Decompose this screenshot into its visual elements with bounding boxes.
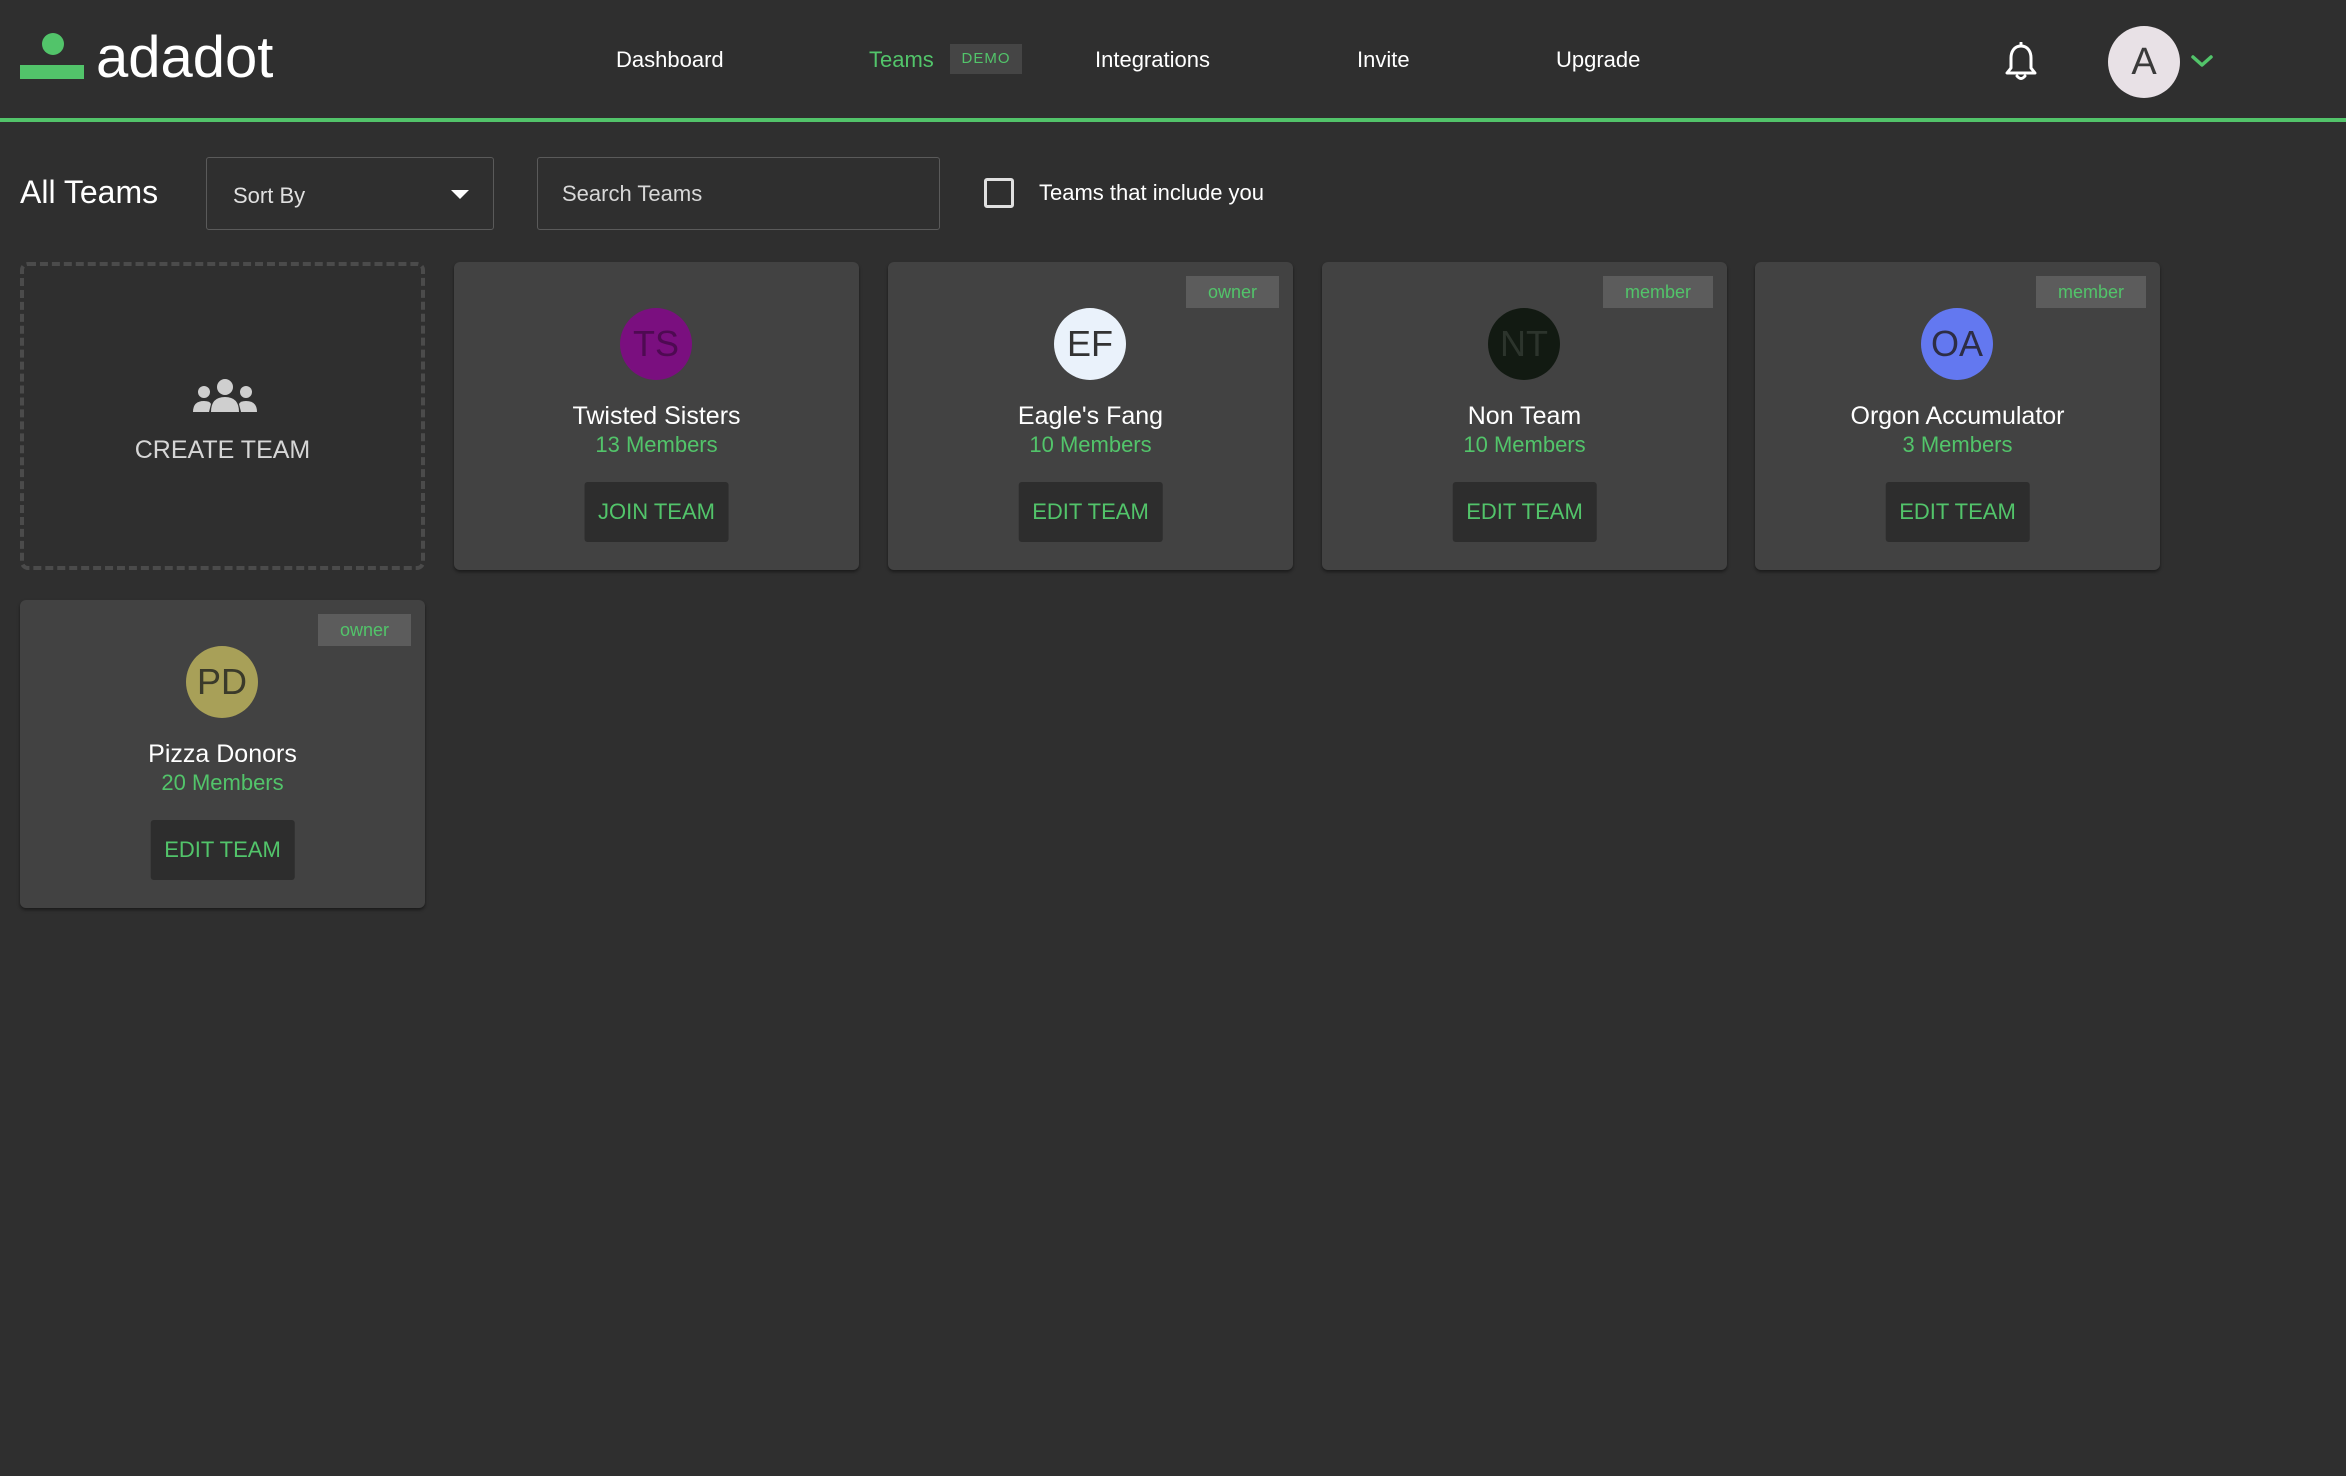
team-member-count: 13 Members: [595, 432, 718, 457]
logo-mark-icon: [20, 33, 84, 83]
nav-upgrade[interactable]: Upgrade: [1556, 47, 1640, 73]
user-avatar[interactable]: A: [2108, 26, 2180, 98]
nav-dashboard[interactable]: Dashboard: [616, 47, 724, 73]
team-card: owner PD Pizza Donors 20 Members EDIT TE…: [20, 600, 425, 908]
nav-invite[interactable]: Invite: [1357, 47, 1410, 73]
team-name: Eagle's Fang: [1017, 402, 1164, 430]
join-team-button[interactable]: JOIN TEAM: [584, 482, 729, 542]
sort-by-label: Sort By: [233, 183, 306, 208]
role-badge: member: [2035, 276, 2146, 308]
top-navigation-bar: adadot Dashboard Teams DEMO Integrations…: [0, 0, 2346, 122]
include-you-checkbox[interactable]: [984, 178, 1014, 208]
nav-integrations[interactable]: Integrations: [1095, 47, 1210, 73]
edit-team-button[interactable]: EDIT TEAM: [1452, 482, 1597, 542]
team-member-count: 20 Members: [161, 770, 284, 795]
role-badge: owner: [1185, 276, 1279, 308]
logo-text: adadot: [96, 25, 274, 90]
team-avatar: EF: [1054, 308, 1126, 380]
team-card: owner EF Eagle's Fang 10 Members EDIT TE…: [888, 262, 1293, 570]
team-member-count: 10 Members: [1029, 432, 1152, 457]
demo-badge: DEMO: [950, 44, 1022, 74]
team-avatar: OA: [1921, 308, 1993, 380]
notification-bell-icon[interactable]: [2004, 42, 2038, 82]
team-name: Twisted Sisters: [572, 402, 741, 430]
team-member-count: 3 Members: [1902, 432, 2013, 457]
team-name: Non Team: [1467, 402, 1582, 430]
search-teams-input[interactable]: [537, 157, 940, 230]
caret-down-icon: [451, 190, 469, 199]
sort-by-select[interactable]: Sort By: [206, 157, 494, 230]
team-card: member OA Orgon Accumulator 3 Members ED…: [1755, 262, 2160, 570]
chevron-down-icon[interactable]: [2190, 52, 2214, 70]
team-avatar: NT: [1488, 308, 1560, 380]
team-card: member NT Non Team 10 Members EDIT TEAM: [1322, 262, 1727, 570]
include-you-label: Teams that include you: [1039, 180, 1265, 205]
create-team-label: CREATE TEAM: [134, 436, 311, 464]
team-avatar: PD: [186, 646, 258, 718]
page-title: All Teams: [20, 174, 159, 210]
team-avatar: TS: [620, 308, 692, 380]
edit-team-button[interactable]: EDIT TEAM: [150, 820, 295, 880]
create-team-card[interactable]: CREATE TEAM: [20, 262, 425, 570]
edit-team-button[interactable]: EDIT TEAM: [1018, 482, 1163, 542]
adadot-logo[interactable]: adadot: [20, 28, 273, 88]
group-icon: [193, 379, 257, 412]
team-member-count: 10 Members: [1463, 432, 1586, 457]
team-name: Pizza Donors: [148, 740, 297, 768]
nav-teams[interactable]: Teams: [869, 47, 934, 73]
role-badge: member: [1602, 276, 1713, 308]
edit-team-button[interactable]: EDIT TEAM: [1885, 482, 2030, 542]
team-name: Orgon Accumulator: [1850, 402, 2065, 430]
team-card: TS Twisted Sisters 13 Members JOIN TEAM: [454, 262, 859, 570]
role-badge: owner: [317, 614, 411, 646]
